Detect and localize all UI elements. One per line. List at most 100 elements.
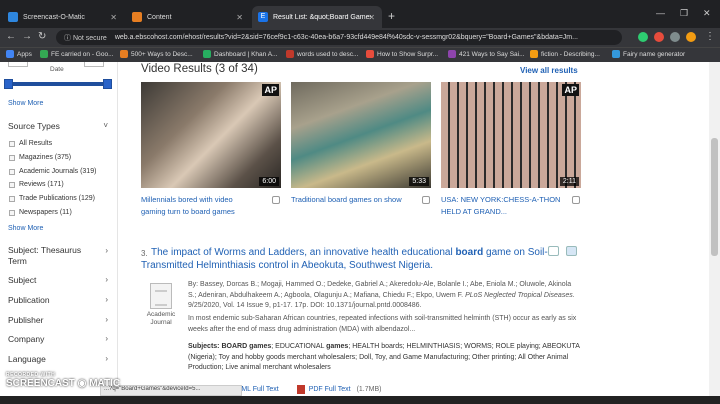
bookmarks-bar: Apps FE carried on - Goo... 500+ Ways to…	[0, 47, 720, 62]
bookmark-item[interactable]: Dashboard | Khan A...	[203, 50, 277, 58]
bookmark-item[interactable]: Fairy name generator	[612, 50, 685, 58]
slider-handle-end[interactable]	[103, 79, 112, 89]
close-tab-icon[interactable]: ✕	[368, 13, 375, 22]
facet-item[interactable]: Trade Publications (129)	[9, 195, 95, 202]
view-all-results-link[interactable]: View all results	[520, 66, 578, 75]
extension-icon[interactable]	[654, 32, 664, 42]
publisher-header[interactable]: Publisher ›	[8, 315, 108, 325]
scrollbar-thumb[interactable]	[711, 138, 718, 256]
company-header[interactable]: Company ›	[8, 334, 108, 344]
date-label: Date	[50, 66, 64, 73]
academic-journal-icon	[150, 283, 172, 309]
subject-thesaurus-header[interactable]: Subject: Thesaurus Term ›	[8, 245, 108, 267]
extensions-puzzle-icon[interactable]	[670, 32, 680, 42]
facet-item[interactable]: All Results	[9, 140, 52, 147]
url-field[interactable]: ⓘ Not secure web.a.ebscohost.com/ehost/r…	[56, 30, 622, 45]
slider-handle-start[interactable]	[4, 79, 13, 89]
extension-icon[interactable]	[638, 32, 648, 42]
facet-item[interactable]: Newspapers (11)	[9, 209, 72, 216]
video-results-title: Video Results (3 of 34)	[141, 63, 258, 75]
show-more-link[interactable]: Show More	[8, 100, 43, 107]
result-authors: By: Bassey, Dorcas B.; Mogaji, Hammed O.…	[188, 281, 575, 309]
tab-title: Result List: &quot;Board Games&	[273, 13, 371, 21]
tab-screencast[interactable]: Screencast-O-Matic ✕	[2, 6, 124, 28]
back-icon[interactable]: ←	[6, 31, 16, 42]
subject-header[interactable]: Subject ›	[8, 275, 108, 285]
date-to-field[interactable]	[84, 62, 104, 67]
screencast-favicon-icon	[8, 12, 18, 22]
pdf-size: (1.7MB)	[356, 386, 382, 393]
menu-kebab-icon[interactable]: ⋮	[705, 31, 715, 42]
chevron-right-icon: ›	[105, 354, 108, 363]
ap-logo: AP	[262, 84, 279, 96]
close-tab-icon[interactable]: ✕	[236, 13, 243, 22]
close-tab-icon[interactable]: ✕	[110, 13, 117, 22]
link-status-bar: ...?q="Board+Games"&deviceId=5...	[100, 385, 242, 396]
video-duration: 5:33	[409, 177, 429, 186]
ap-logo: AP	[562, 84, 579, 96]
add-to-folder-icon[interactable]	[566, 246, 577, 256]
filter-sidebar	[0, 62, 118, 404]
facet-item[interactable]: Reviews (171)	[9, 181, 64, 188]
chevron-right-icon: ›	[105, 315, 108, 324]
facet-item[interactable]: Magazines (375)	[9, 154, 71, 161]
result-subjects: Subjects: BOARD games; EDUCATIONAL games…	[188, 343, 580, 371]
reload-icon[interactable]: ↻	[38, 31, 46, 42]
tab-result-list[interactable]: E Result List: &quot;Board Games& ✕	[252, 6, 382, 28]
source-types-header[interactable]: Source Types ˅	[8, 121, 108, 131]
bookmark-item[interactable]: words used to desc...	[286, 50, 358, 58]
url-text: web.a.ebscohost.com/ehost/results?vid=2&…	[114, 34, 578, 41]
video-detail-icon[interactable]	[272, 196, 280, 204]
browser-tab-strip: Screencast-O-Matic ✕ Content ✕ E Result …	[0, 0, 720, 28]
minimize-icon[interactable]: —	[656, 8, 665, 18]
tab-content[interactable]: Content ✕	[126, 6, 250, 28]
language-header[interactable]: Language ›	[8, 354, 108, 364]
address-bar-row: ← → ↻ ⓘ Not secure web.a.ebscohost.com/e…	[0, 28, 720, 47]
not-secure-label: ⓘ Not secure	[64, 34, 107, 42]
chevron-right-icon: ›	[105, 275, 108, 284]
checkbox[interactable]	[9, 154, 15, 161]
bookmark-item[interactable]: How to Show Surpr...	[366, 50, 438, 58]
profile-avatar-icon[interactable]	[686, 32, 696, 42]
bookmark-item[interactable]: fiction - Describing...	[530, 50, 600, 58]
new-tab-button[interactable]: +	[388, 9, 395, 23]
checkbox[interactable]	[9, 168, 15, 175]
video-caption-link[interactable]: Traditional board games on show	[291, 194, 421, 206]
video-duration: 2:11	[559, 177, 579, 186]
video-thumbnail[interactable]: 5:33	[291, 82, 431, 188]
video-caption-link[interactable]: Millennials bored with video gaming turn…	[141, 194, 259, 218]
bookmark-item[interactable]: FE carried on - Goo...	[40, 50, 114, 58]
publication-header[interactable]: Publication ›	[8, 295, 108, 305]
pdf-full-text-link[interactable]: PDF Full Text	[309, 386, 351, 393]
date-range-slider[interactable]	[8, 82, 109, 86]
chevron-down-icon: ˅	[103, 121, 108, 130]
pdf-icon	[296, 385, 305, 394]
content-favicon-icon	[132, 12, 142, 22]
video-thumbnail[interactable]: AP 2:11	[441, 82, 581, 188]
tab-title: Screencast-O-Matic	[23, 13, 85, 21]
video-detail-icon[interactable]	[572, 196, 580, 204]
result-abstract: In most endemic sub-Saharan African coun…	[188, 315, 577, 333]
bookmark-apps[interactable]: Apps	[6, 50, 32, 58]
checkbox[interactable]	[9, 209, 15, 216]
show-more-link[interactable]: Show More	[8, 225, 43, 232]
preview-icon[interactable]	[548, 246, 559, 256]
ebsco-favicon-icon: E	[258, 12, 268, 22]
date-from-field[interactable]	[8, 62, 28, 67]
result-title-link[interactable]: The impact of Worms and Ladders, an inno…	[141, 246, 561, 272]
bookmark-item[interactable]: 500+ Ways to Desc...	[120, 50, 193, 58]
close-window-icon[interactable]: ✕	[703, 8, 711, 19]
checkbox[interactable]	[9, 195, 15, 202]
facet-item[interactable]: Academic Journals (319)	[9, 168, 96, 175]
checkbox[interactable]	[9, 140, 15, 147]
video-caption-link[interactable]: USA: NEW YORK:CHESS-A-THON HELD AT GRAND…	[441, 194, 567, 218]
forward-icon[interactable]: →	[22, 31, 32, 42]
video-thumbnail[interactable]: AP 6:00	[141, 82, 281, 188]
checkbox[interactable]	[9, 181, 15, 188]
chevron-right-icon: ›	[105, 246, 108, 255]
video-detail-icon[interactable]	[422, 196, 430, 204]
page-scrollbar[interactable]	[709, 62, 720, 404]
bookmark-item[interactable]: 421 Ways to Say Sai...	[448, 50, 525, 58]
video-duration: 6:00	[259, 177, 279, 186]
maximize-icon[interactable]: ❐	[680, 8, 688, 19]
